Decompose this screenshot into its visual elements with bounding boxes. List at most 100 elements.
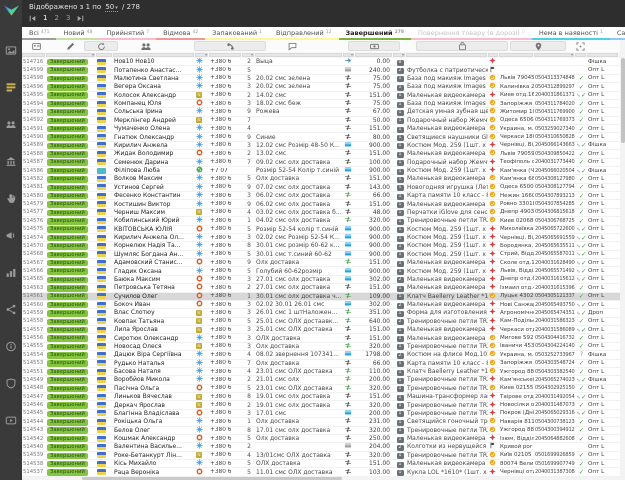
filter-cell[interactable]: [499, 53, 533, 57]
users-icon[interactable]: [5, 118, 18, 130]
column-header-contact-card-icon[interactable]: [28, 41, 44, 51]
table-row[interactable]: 514599ЗавершенийПотапенко Анастас...+380…: [22, 66, 620, 74]
table-row[interactable]: 514561ЗавершенийСучилов Олег+380 6130.01…: [22, 293, 620, 301]
table-row[interactable]: 514543ЗавершенийБелов Олег+380 6817.01 с…: [22, 427, 620, 435]
table-row[interactable]: 514594ЗавершенийКомпанец Юля+380 6318.02…: [22, 100, 620, 108]
table-row[interactable]: 514537ЗавершенийРаца Вероніка+380 6511.0…: [22, 468, 620, 476]
table-row[interactable]: 514589ЗавершенийКирилич Анжела+380 6312.…: [22, 142, 620, 150]
table-row[interactable]: 514590ЗавершенийГнатюк Олександр+380 69С…: [22, 133, 620, 141]
table-row[interactable]: 514551ЗавершенийБасова Наталя+380 6423.0…: [22, 368, 620, 376]
filter-cell[interactable]: ▾: [534, 53, 574, 57]
column-header-barcode-scan-icon[interactable]: [572, 41, 588, 51]
filter-cell[interactable]: [355, 53, 392, 57]
tab-прийнятий[interactable]: Прийнятий7: [99, 27, 156, 40]
tab-нема-в-наявності[interactable]: Нема в наявності1: [532, 27, 610, 40]
filter-cell[interactable]: [575, 53, 586, 57]
filter-cell[interactable]: [406, 53, 487, 57]
page-number-2[interactable]: 2: [54, 14, 58, 22]
filter-cell[interactable]: [255, 53, 342, 57]
filter-cell[interactable]: [113, 53, 194, 57]
table-row[interactable]: 514586ЗавершенийФіліпова Люба+7 07Розмір…: [22, 167, 620, 175]
column-header-money-icon[interactable]: [348, 41, 400, 51]
hand-icon[interactable]: [5, 192, 18, 204]
table-row[interactable]: 514574ЗавершенийКирилич Анжела Ол...+380…: [22, 234, 620, 242]
filter-cell[interactable]: ▾: [46, 53, 95, 57]
table-row[interactable]: 514555ЗавершенийНовосад Олесяlc+380 63Ол…: [22, 343, 620, 351]
table-row[interactable]: 514593ЗавершенийСольська Ірина+380 69Рож…: [22, 108, 620, 116]
filter-cell[interactable]: ▾: [393, 53, 405, 57]
tab-запакований[interactable]: Запакований1: [205, 27, 269, 40]
vertical-scrollbar-thumb[interactable]: [621, 58, 625, 143]
page-number-3[interactable]: 3: [66, 14, 70, 22]
bank-icon[interactable]: [5, 155, 18, 167]
table-row[interactable]: 514567ЗавершенийАдамовский Станис...+380…: [22, 259, 620, 267]
table-row[interactable]: 514575ЗавершенийКВІТОВСЬКА ЮЛІЯ+380 65Ро…: [22, 226, 620, 234]
last-page-button[interactable]: [77, 15, 84, 22]
tab-всі[interactable]: Всі471: [22, 27, 56, 40]
page-number-1[interactable]: 1: [43, 14, 47, 22]
app-logo-icon[interactable]: [3, 3, 20, 18]
filter-cell[interactable]: [22, 53, 45, 57]
table-row[interactable]: 514595ЗавершенийКолосок Александрlc+380 …: [22, 92, 620, 100]
table-row[interactable]: 514554ЗавершенийДацюк Віра Сергіївна+380…: [22, 351, 620, 359]
table-row[interactable]: 514568ЗавершенийШумляс Богдана Ан...+380…: [22, 251, 620, 259]
filter-cell[interactable]: [209, 53, 241, 57]
table-row[interactable]: 514577ЗавершенийЧерниш Максимlc+380 6403…: [22, 209, 620, 217]
video-icon[interactable]: [5, 414, 18, 426]
table-row[interactable]: 514546ЗавершенийДеркач Ярославlc+380 621…: [22, 401, 620, 409]
column-header-phone-icon[interactable]: [194, 41, 266, 51]
table-row[interactable]: 514548ЗавершенийПасічна Ольга+380 6523.0…: [22, 385, 620, 393]
table-row[interactable]: 514588ЗавершенийЖидак Володимир+380 6213…: [22, 150, 620, 158]
table-row[interactable]: 514596ЗавершенийВегера Оксана+380 6320.0…: [22, 83, 620, 91]
column-header-refresh-icon[interactable]: [84, 41, 118, 51]
shield-icon[interactable]: [5, 377, 18, 389]
tab-новий[interactable]: Новий48: [56, 27, 99, 40]
table-row[interactable]: 514538ЗавершенийКісь Михайло+380 65ОЛХ д…: [22, 460, 620, 468]
table-row[interactable]: 514570ЗавершенийКорнелюк Надія Та...+380…: [22, 242, 620, 250]
table-row[interactable]: 514581ЗавершенийУстинов Сергей+380 6907.…: [22, 184, 620, 192]
table-row[interactable]: 514558ЗавершенийКовпак Татьянаlc+380 652…: [22, 318, 620, 326]
image-icon[interactable]: [5, 44, 18, 56]
table-row[interactable]: 514582ЗавершенийВолков Максим+380 65Олх …: [22, 175, 620, 183]
filter-cell[interactable]: ▾: [195, 53, 208, 57]
table-row[interactable]: 514566ЗавершенийГладик Оксана+380 65Голу…: [22, 267, 620, 275]
chart-icon[interactable]: [5, 266, 18, 278]
table-row[interactable]: 514549ЗавершенийВоробйов Микола+380 6221…: [22, 376, 620, 384]
tab-відправлений[interactable]: Відправлений12: [269, 27, 339, 40]
table-row[interactable]: 514556ЗавершенийСиротюк Олександр+380 63…: [22, 334, 620, 342]
table-row[interactable]: 514544ЗавершенийРокіцька Ольга+380 61Олх…: [22, 418, 620, 426]
table-row[interactable]: 514563ЗавершенийПетровська Тетяна+380 62…: [22, 284, 620, 292]
table-row[interactable]: 514579ЗавершенийКостишин Виктор+380 6906…: [22, 200, 620, 208]
table-row[interactable]: 514560ЗавершенийБокоч Иван+380 6302.02 3…: [22, 301, 620, 309]
filter-cell[interactable]: ▾: [242, 53, 254, 57]
tab-відмова[interactable]: Відмова42: [156, 27, 205, 40]
column-header-location-pin-icon[interactable]: [510, 41, 566, 51]
table-row[interactable]: 514559ЗавершенийВлас Слотюуlc+380 6326.0…: [22, 309, 620, 317]
first-page-button[interactable]: [29, 15, 36, 22]
table-row[interactable]: 514553ЗавершенийРудько Наталья+380 67Олх…: [22, 360, 620, 368]
table-row[interactable]: 514587ЗавершенийСеменюк Дарина+380 6709.…: [22, 159, 620, 167]
table-row[interactable]: 514598ЗавершенийМалютина Светлана+380 65…: [22, 75, 620, 83]
orders-icon[interactable]: [5, 81, 18, 93]
table-row[interactable]: 514539ЗавершенийРоке-Бетанкурт Лін...lc+…: [22, 452, 620, 460]
table-row[interactable]: 514547ЗавершенийЛиньков Вячеславlc+380 6…: [22, 393, 620, 401]
table-row[interactable]: 514557ЗавершенийЛила Ярославlc+380 6325.…: [22, 326, 620, 334]
tab-завершений[interactable]: Завершений278: [339, 27, 412, 40]
share-icon[interactable]: [5, 303, 18, 315]
column-header-product-bag-icon[interactable]: [416, 41, 508, 51]
table-row[interactable]: 514540ЗавершенийВалентина Василье...+380…: [22, 443, 620, 451]
filter-cell[interactable]: [587, 53, 618, 57]
info-icon[interactable]: [5, 340, 18, 352]
column-header-pencil-icon[interactable]: [62, 41, 78, 51]
table-row[interactable]: 514545ЗавершенийБлагінна Владіслава+380 …: [22, 410, 620, 418]
tab-самовивіз[interactable]: Самовивіз2: [610, 27, 625, 40]
megaphone-icon[interactable]: [5, 229, 18, 241]
vertical-scrollbar[interactable]: [620, 40, 625, 480]
filter-cell[interactable]: [96, 53, 112, 57]
table-row[interactable]: 514565ЗавершенийБаюка Максим+380 6327.01…: [22, 276, 620, 284]
filter-cell[interactable]: [488, 53, 498, 57]
table-row[interactable]: 514592ЗавершенийМерклінгер Андрейlc+380 …: [22, 117, 620, 125]
page-size-dropdown[interactable]: 50▾: [105, 3, 117, 12]
table-row[interactable]: 514542ЗавершенийКошмак Александр+380 65О…: [22, 435, 620, 443]
table-row[interactable]: 514591ЗавершенийЧумаченко Олена+380 6415…: [22, 125, 620, 133]
